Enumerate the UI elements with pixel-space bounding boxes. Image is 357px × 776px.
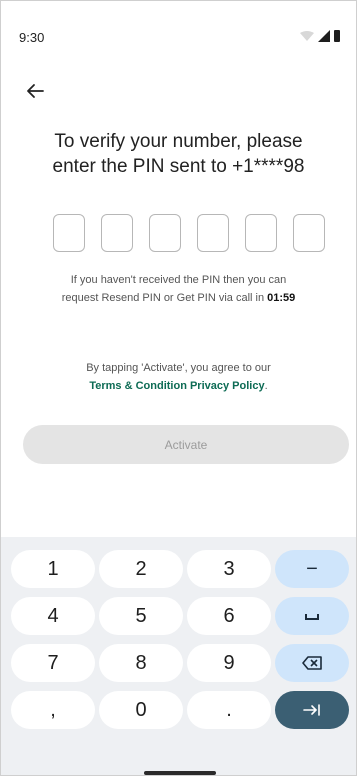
key-9[interactable]: 9 [187,644,271,682]
key-3[interactable]: 3 [187,550,271,588]
gesture-nav-bar[interactable] [144,771,216,775]
activate-button[interactable]: Activate [23,425,349,464]
key-2[interactable]: 2 [99,550,183,588]
signal-icon [318,30,330,42]
pin-digit-5[interactable] [245,214,277,252]
pin-digit-4[interactable] [197,214,229,252]
phone-screen: 9:30 To verify your number, please enter… [0,0,357,776]
key-8[interactable]: 8 [99,644,183,682]
space-icon [305,614,319,620]
status-icons [300,30,340,42]
back-arrow-icon[interactable] [23,79,47,103]
backspace-icon [302,656,322,670]
space-key[interactable] [275,597,349,635]
wifi-icon [300,31,314,41]
battery-icon [334,30,340,42]
period-key[interactable]: . [187,691,271,729]
key-6[interactable]: 6 [187,597,271,635]
key-0[interactable]: 0 [99,691,183,729]
status-time: 9:30 [19,30,45,45]
terms-prefix: By tapping 'Activate', you agree to our [86,362,271,374]
terms-info: By tapping 'Activate', you agree to our … [1,359,356,395]
pin-digit-6[interactable] [293,214,325,252]
pin-digit-3[interactable] [149,214,181,252]
resend-timer: 01:59 [267,292,296,304]
pin-input-row [53,214,325,252]
key-5[interactable]: 5 [99,597,183,635]
key-4[interactable]: 4 [11,597,95,635]
next-key[interactable] [275,691,349,729]
pin-digit-2[interactable] [101,214,133,252]
status-bar: 9:30 [1,1,356,57]
minus-key[interactable]: − [275,550,349,588]
backspace-key[interactable] [275,644,349,682]
key-1[interactable]: 1 [11,550,95,588]
key-7[interactable]: 7 [11,644,95,682]
next-icon [303,704,320,716]
resend-info: If you haven't received the PIN then you… [1,271,356,307]
numeric-keyboard: 1 2 3 − 4 5 6 7 8 9 , 0 . [1,537,356,775]
terms-suffix: . [264,380,268,392]
terms-link[interactable]: Terms & Condition Privacy Policy [89,380,264,392]
page-title: To verify your number, please enter the … [52,131,305,177]
pin-digit-1[interactable] [53,214,85,252]
comma-key[interactable]: , [11,691,95,729]
resend-text: If you haven't received the PIN then you… [61,274,287,304]
